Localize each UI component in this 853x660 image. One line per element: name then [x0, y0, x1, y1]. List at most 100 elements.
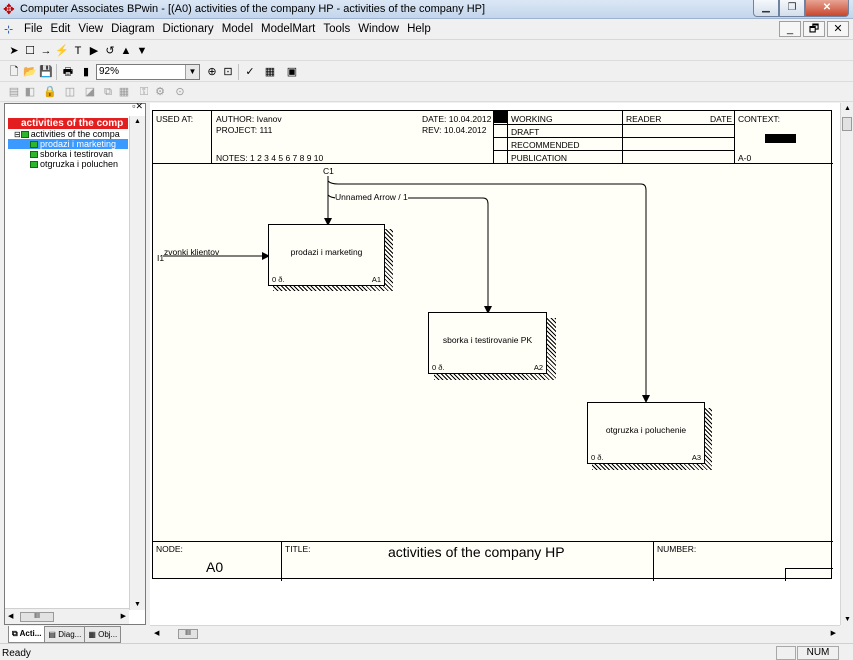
tree-item[interactable]: otgruzka i poluchen [8, 159, 128, 169]
canvas-vertical-scrollbar[interactable]: ▲ ▼ [840, 103, 853, 625]
mdi-close-button[interactable]: ✕ [827, 21, 849, 37]
tree-item[interactable]: sborka i testirovan [8, 149, 128, 159]
arrow-tool-icon[interactable]: → [38, 43, 54, 59]
lock-icon[interactable]: 🔒 [42, 84, 58, 100]
menu-model[interactable]: Model [218, 23, 257, 35]
menu-tools[interactable]: Tools [319, 23, 354, 35]
merge-icon[interactable]: ⧉ [100, 84, 116, 100]
toolbar-separator [56, 64, 57, 80]
status-bar: Ready NUM [0, 643, 853, 660]
activity-box-a3[interactable]: otgruzka i poluchenie 0 ð. A3 [587, 402, 705, 464]
explorer-horizontal-scrollbar[interactable]: ◀ III ▶ [5, 608, 129, 624]
scroll-thumb[interactable]: III [20, 612, 54, 622]
scroll-left-icon[interactable]: ◀ [154, 629, 159, 637]
go-parent-tool-icon[interactable]: ▲ [118, 43, 134, 59]
activity-label: otgruzka i poluchenie [605, 425, 687, 435]
mdi-restore-button[interactable]: 🗗 [803, 21, 825, 37]
diagrams-tab-icon: ▤ [48, 630, 59, 639]
pointer-tool-icon[interactable]: ➤ [6, 43, 22, 59]
activity-cost: 0 ð. [272, 275, 285, 284]
menu-diagram[interactable]: Diagram [107, 23, 158, 35]
zoom-select[interactable]: 92% ▼ [96, 64, 200, 80]
maximize-button[interactable]: ❐ [779, 0, 805, 17]
grid-icon[interactable]: ▦ [116, 84, 132, 100]
menu-window[interactable]: Window [354, 23, 403, 35]
close-button[interactable]: ✕ [805, 0, 849, 17]
tree-item[interactable]: ⊟ activities of the compa [8, 129, 128, 139]
canvas-horizontal-scrollbar[interactable]: ◀ III ▶ [150, 625, 840, 642]
activity-box-tool-icon[interactable]: ☐ [22, 43, 38, 59]
chevron-down-icon[interactable]: ▼ [185, 65, 199, 79]
minimize-button[interactable]: ▁ [753, 0, 779, 17]
tree-root-node[interactable]: activities of the comp [8, 118, 128, 129]
document-icon[interactable]: ⊹ [4, 23, 13, 36]
tab-activities[interactable]: ⧉ Acti... [8, 626, 46, 643]
scroll-up-icon[interactable]: ▲ [134, 118, 141, 125]
activity-number: A1 [371, 275, 381, 284]
model-report-icon[interactable]: ▣ [284, 64, 300, 80]
spell-check-icon[interactable]: ✓ [242, 64, 258, 80]
connect-icon[interactable]: ▤ [6, 84, 22, 100]
text-tool-icon[interactable]: T [70, 43, 86, 59]
activity-box-icon [30, 141, 38, 149]
scroll-right-icon[interactable]: ▶ [121, 612, 126, 620]
help-icon[interactable]: ⊙ [172, 84, 188, 100]
save-icon[interactable]: 💾 [38, 64, 54, 80]
explorer-vertical-scrollbar[interactable]: ▲ ▼ [129, 116, 145, 610]
activity-box-icon [30, 151, 38, 159]
security-icon[interactable]: ⚿ [136, 84, 152, 100]
new-file-icon[interactable]: 🗋 [6, 64, 22, 80]
disconnect-icon[interactable]: ◧ [22, 84, 38, 100]
scroll-up-icon[interactable]: ▲ [844, 105, 851, 112]
activity-number: A2 [533, 363, 543, 372]
modelmart-toolbar: ▤ ◧ 🔒 ◫ ◪ ⧉ ▦ ⚿ ⚙ ⊙ [0, 82, 853, 102]
menu-edit[interactable]: Edit [47, 23, 75, 35]
tree-item-label: activities of the compa [30, 129, 120, 139]
menu-modelmart[interactable]: ModelMart [257, 23, 319, 35]
diagram-footer: NODE: A0 TITLE: activities of the compan… [153, 541, 833, 581]
zoom-in-icon[interactable]: ⊕ [204, 64, 220, 80]
scroll-thumb[interactable]: III [178, 629, 198, 639]
scroll-right-icon[interactable]: ▶ [831, 629, 836, 637]
tab-objects[interactable]: ▦ Obj... [84, 626, 122, 643]
print-icon[interactable]: 🖶 [60, 64, 76, 80]
activity-box-a1[interactable]: prodazi i marketing 0 ð. A1 [268, 224, 385, 286]
tab-diagrams[interactable]: ▤ Diag... [44, 626, 86, 643]
open-folder-icon[interactable]: 📂 [22, 64, 38, 80]
options-icon[interactable]: ⚙ [152, 84, 168, 100]
menu-file[interactable]: File [20, 23, 47, 35]
check-in-icon[interactable]: ◫ [62, 84, 78, 100]
scroll-left-icon[interactable]: ◀ [8, 612, 13, 620]
tab-label: Diag... [58, 630, 82, 639]
menu-help[interactable]: Help [403, 23, 435, 35]
explorer-close-icon[interactable]: ▫✕ [132, 101, 143, 112]
activities-tab-icon: ⧉ [12, 629, 20, 638]
diagram-title: activities of the company HP [388, 544, 565, 560]
menu-view[interactable]: View [74, 23, 107, 35]
control-label: C1 [323, 166, 334, 176]
tree-item-label: sborka i testirovan [40, 149, 114, 159]
scroll-thumb[interactable] [842, 117, 852, 131]
mdi-minimize-button[interactable]: _ [779, 21, 801, 37]
check-out-icon[interactable]: ◪ [82, 84, 98, 100]
collapse-icon[interactable]: ⊟ [14, 130, 21, 139]
zoom-fit-icon[interactable]: ⊡ [220, 64, 236, 80]
number-label: NUMBER: [657, 544, 697, 554]
activity-box-a2[interactable]: sborka i testirovanie PK 0 ð. A2 [428, 312, 547, 374]
color-icon[interactable]: ▮ [78, 64, 94, 80]
menu-dictionary[interactable]: Dictionary [159, 23, 218, 35]
scroll-down-icon[interactable]: ▼ [844, 616, 851, 623]
go-down-tool-icon[interactable]: ▼ [134, 43, 150, 59]
arrow-label[interactable]: Unnamed Arrow / 1 [335, 192, 408, 202]
go-back-tool-icon[interactable]: ↺ [102, 43, 118, 59]
idef0-sheet: USED AT: AUTHOR: Ivanov PROJECT: 111 NOT… [152, 110, 833, 581]
drawing-toolbar: ➤ ☐ → ⚡ T ▶ ↺ ▲ ▼ [0, 41, 853, 61]
zoom-value: 92% [99, 66, 120, 77]
go-child-tool-icon[interactable]: ▶ [86, 43, 102, 59]
title-label: TITLE: [285, 544, 311, 554]
tree-item-selected[interactable]: prodazi i marketing [8, 139, 128, 149]
squiggle-tool-icon[interactable]: ⚡ [54, 43, 70, 59]
scroll-down-icon[interactable]: ▼ [134, 601, 141, 608]
model-explorer-icon[interactable]: ▦ [262, 64, 278, 80]
input-arrow-label[interactable]: zvonki klientov [164, 247, 219, 257]
